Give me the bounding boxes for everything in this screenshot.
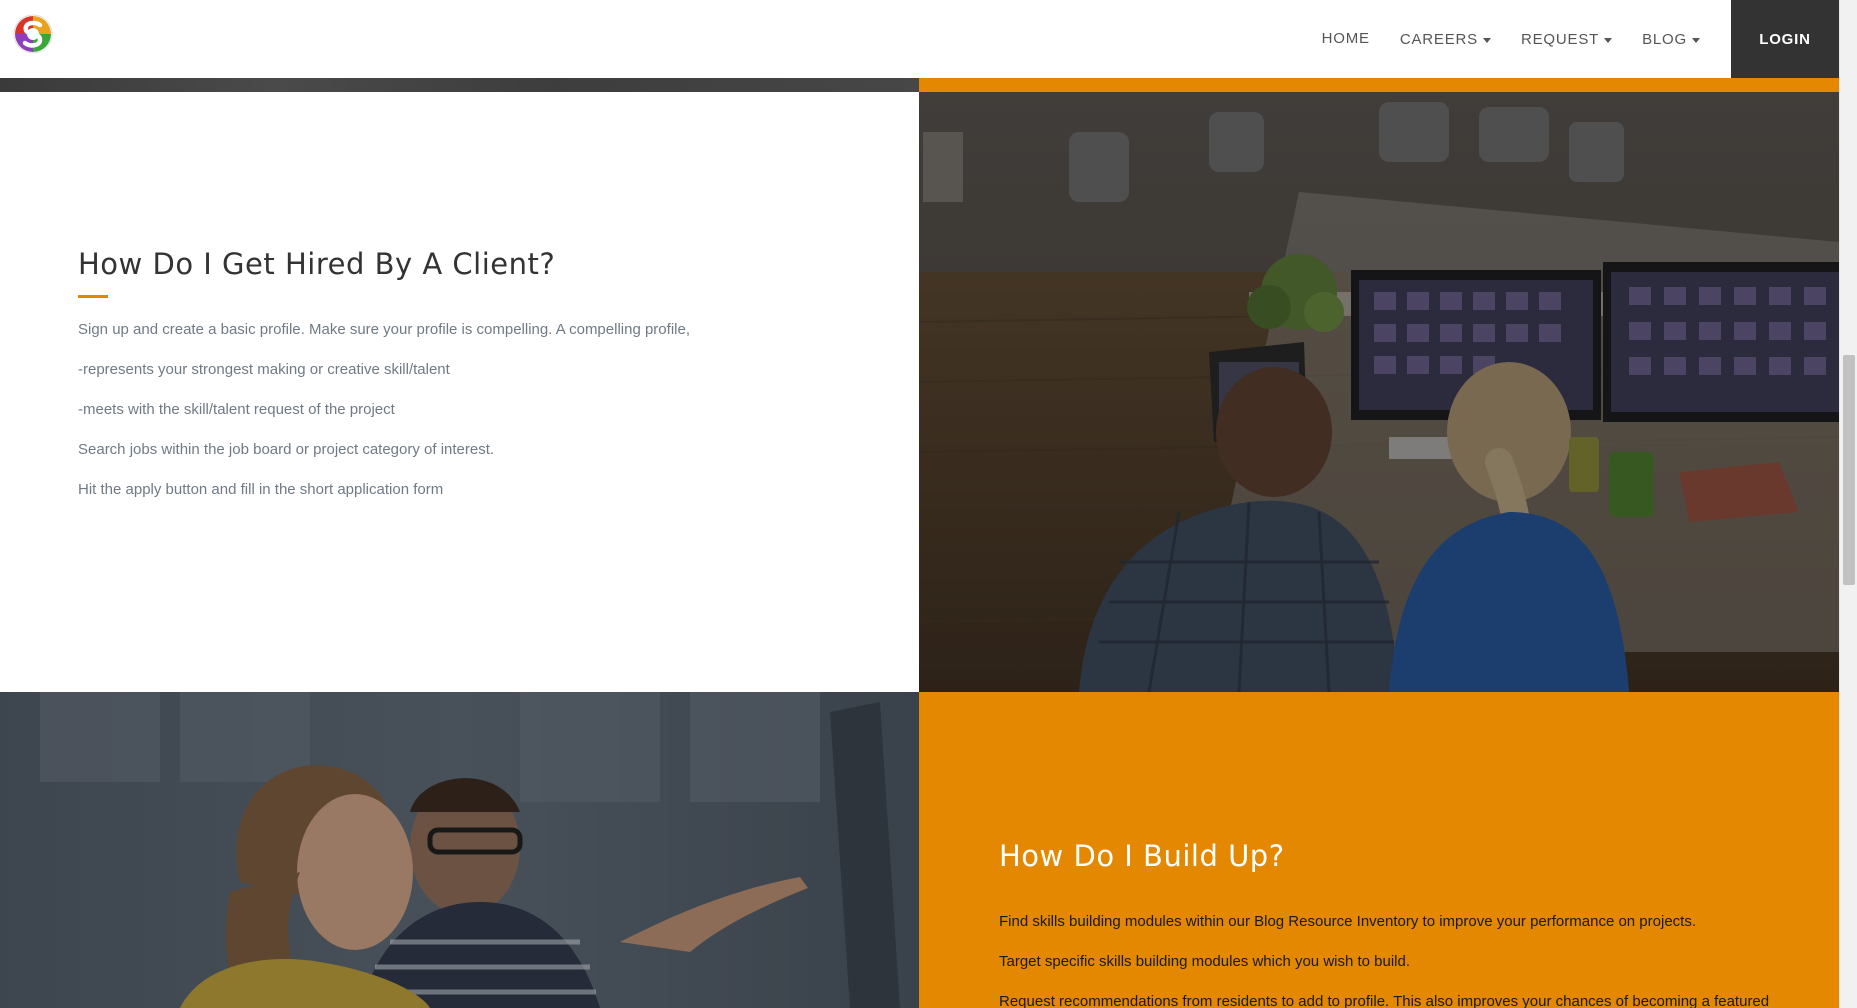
login-label: LOGIN (1759, 30, 1811, 48)
hired-paragraph: Hit the apply button and fill in the sho… (78, 481, 444, 498)
hired-section-text: How Do I Get Hired By A Client? Sign up … (0, 92, 919, 692)
hired-paragraph: -represents your strongest making or cre… (78, 361, 450, 378)
hired-section-body: Sign up and create a basic profile. Make… (78, 320, 878, 520)
nav-blog-label: BLOG (1642, 30, 1687, 48)
site-logo-icon[interactable] (12, 13, 54, 55)
previous-section-accent-edge (919, 78, 1839, 92)
nav-request-dropdown[interactable]: REQUEST (1506, 0, 1627, 78)
caret-down-icon (1604, 37, 1613, 43)
login-button[interactable]: LOGIN (1731, 0, 1839, 78)
buildup-paragraph: Find skills building modules within our … (999, 913, 1696, 930)
buildup-section-text: How Do I Build Up? Find skills building … (919, 692, 1839, 1008)
caret-down-icon (1692, 37, 1700, 43)
nav-careers-dropdown[interactable]: CAREERS (1385, 0, 1506, 78)
nav-home-label: HOME (1321, 29, 1370, 47)
hired-paragraph: -meets with the skill/talent request of … (78, 401, 395, 418)
hired-paragraph: Search jobs within the job board or proj… (78, 441, 495, 458)
previous-section-photo-edge (0, 78, 919, 92)
office-team-photo (919, 92, 1839, 692)
buildup-paragraph: Request recommendations from residents t… (999, 993, 1770, 1008)
heading-underline (78, 295, 108, 298)
hired-paragraph: Sign up and create a basic profile. Make… (78, 321, 690, 338)
nav-blog-dropdown[interactable]: BLOG (1627, 0, 1715, 78)
nav-careers-label: CAREERS (1399, 30, 1478, 48)
hired-section-heading: How Do I Get Hired By A Client? (78, 247, 556, 281)
buildup-section-heading: How Do I Build Up? (999, 839, 1285, 873)
buildup-section-body: Find skills building modules within our … (999, 912, 1799, 1008)
page-scrollbar[interactable] (1839, 0, 1857, 1008)
caret-down-icon (1482, 37, 1491, 43)
nav-home-link[interactable]: HOME (1307, 0, 1385, 78)
scrollbar-thumb[interactable] (1843, 355, 1855, 585)
collaboration-photo (0, 692, 919, 1008)
main-nav: HOME CAREERS REQUEST BLOG LOGIN (1307, 0, 1839, 78)
site-header: HOME CAREERS REQUEST BLOG LOGIN (0, 0, 1839, 78)
buildup-paragraph: Target specific skills building modules … (999, 953, 1411, 970)
nav-request-label: REQUEST (1520, 30, 1600, 48)
